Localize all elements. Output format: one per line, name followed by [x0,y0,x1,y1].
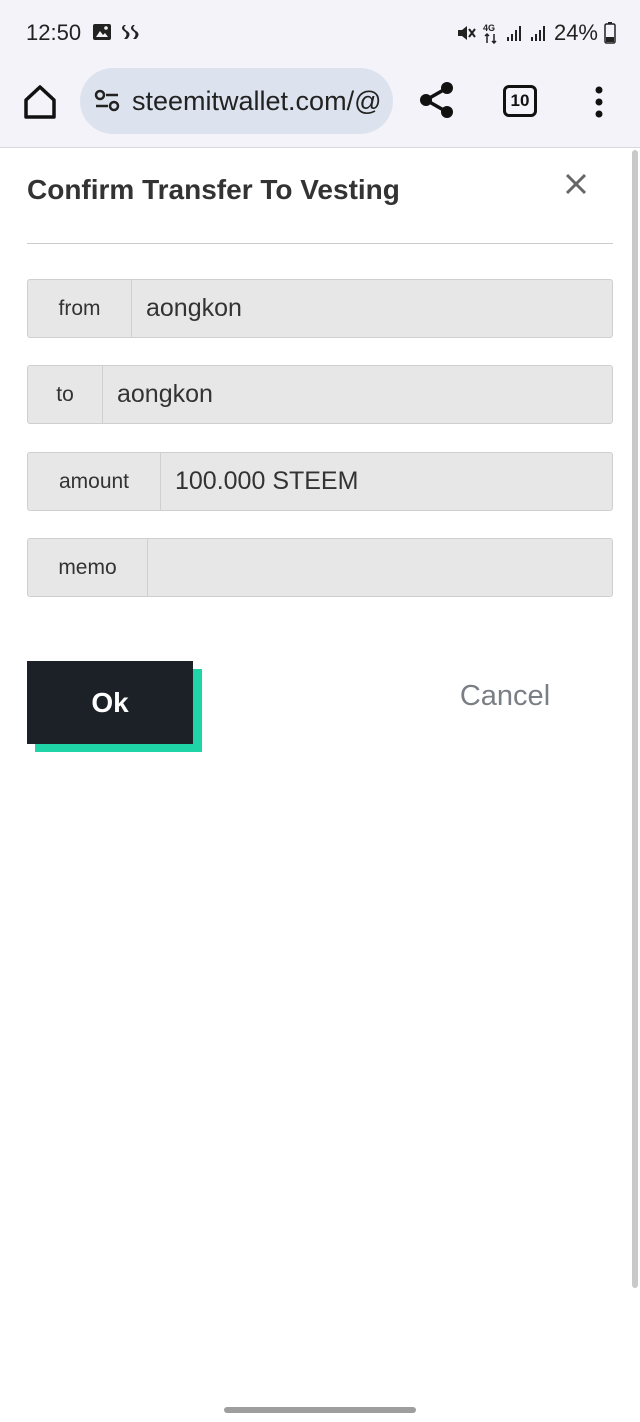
signal-icon [530,26,545,41]
status-time: 12:50 [26,20,82,45]
from-label: from [28,280,132,337]
tab-switcher-button[interactable]: 10 [503,85,537,117]
page-scrollbar[interactable] [632,150,638,1288]
amount-label: amount [28,453,161,510]
share-icon[interactable] [418,80,456,120]
from-field: from aongkon [27,279,613,338]
network-type-label: 4G [483,23,495,33]
menu-icon[interactable] [590,84,608,120]
steem-icon [122,25,139,39]
to-value[interactable]: aongkon [103,366,612,423]
network-icon: 4G [483,23,497,44]
close-icon[interactable] [562,170,590,198]
status-bar: 12:50 4G 24% [0,0,640,66]
modal-title: Confirm Transfer To Vesting [27,174,400,205]
title-divider [27,243,613,244]
memo-field: memo [27,538,613,597]
site-settings-icon[interactable] [94,89,120,113]
home-icon[interactable] [20,82,60,122]
status-right-group: 4G 24% [456,20,616,46]
amount-value[interactable]: 100.000 STEEM [161,453,612,510]
amount-field: amount 100.000 STEEM [27,452,613,511]
memo-label: memo [28,539,148,596]
to-label: to [28,366,103,423]
from-value[interactable]: aongkon [132,280,612,337]
battery-percent: 24% [553,20,598,45]
cancel-button[interactable]: Cancel [442,680,568,720]
gallery-icon [93,24,111,40]
to-field: to aongkon [27,365,613,424]
memo-value[interactable] [148,539,612,596]
browser-toolbar: steemitwallet.com/@ 10 [0,66,640,148]
url-bar[interactable]: steemitwallet.com/@ [80,68,393,134]
mute-icon [457,26,476,40]
ok-button[interactable]: Ok [27,661,193,744]
url-text: steemitwallet.com/@ [132,86,380,116]
signal-icon [506,26,521,41]
gesture-home-indicator[interactable] [224,1407,416,1413]
battery-icon [604,22,616,44]
